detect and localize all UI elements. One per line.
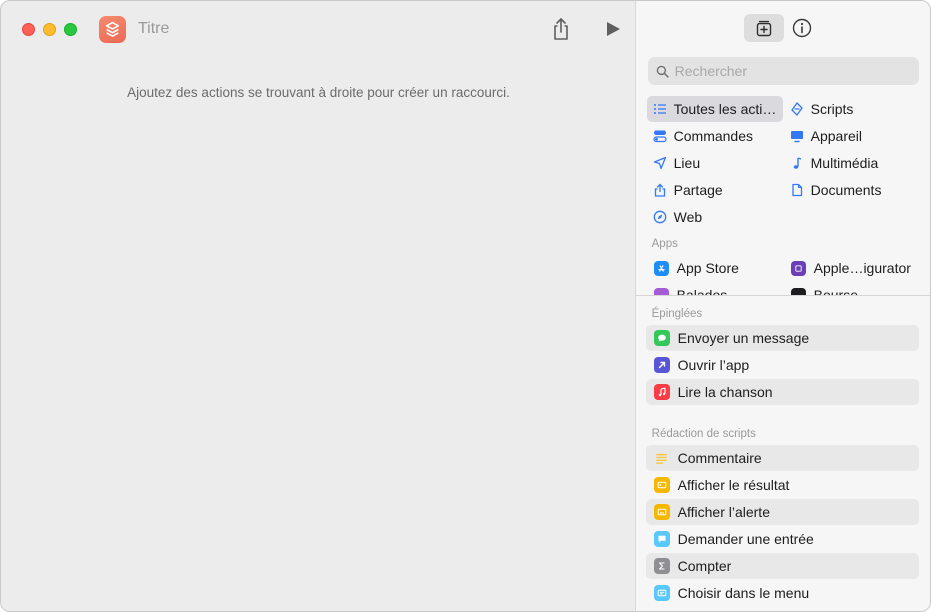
action-open-app[interactable]: Ouvrir l’app <box>646 352 919 378</box>
shortcut-icon[interactable] <box>99 16 126 43</box>
category-label: Documents <box>810 182 882 198</box>
action-label: Demander une entrée <box>677 531 814 547</box>
action-label: Lire la chanson <box>677 384 773 400</box>
category-label: Appareil <box>810 128 863 144</box>
app-label: Balados <box>676 287 728 295</box>
app-item-podcasts[interactable]: Balados <box>653 282 728 295</box>
action-choose-from-menu[interactable]: Choisir dans le menu <box>646 580 919 606</box>
action-label: Choisir dans le menu <box>677 585 810 601</box>
category-label: Toutes les acti… <box>673 101 777 117</box>
action-label: Commentaire <box>677 450 762 466</box>
action-library: Toutes les acti… Scripts Commandes <box>634 1 930 611</box>
open-app-icon <box>653 357 670 373</box>
alert-icon <box>653 504 670 520</box>
action-show-result[interactable]: Afficher le résultat <box>646 472 919 498</box>
category-label: Commandes <box>673 128 754 144</box>
shortcuts-window: Titre Ajoutez des actions se trouvant à … <box>0 0 931 612</box>
action-library-button[interactable] <box>743 14 784 42</box>
library-divider <box>635 295 930 296</box>
pinned-section-label: Épinglées <box>651 308 703 320</box>
category-label: Partage <box>673 182 723 198</box>
search-field[interactable] <box>647 57 919 85</box>
window-controls <box>22 23 77 36</box>
category-documents[interactable]: Documents <box>784 177 921 203</box>
empty-editor-hint: Ajoutez des actions se trouvant à droite… <box>127 85 510 100</box>
scripts-icon <box>790 102 803 116</box>
action-label: Afficher le résultat <box>677 477 790 493</box>
document-icon <box>791 183 802 197</box>
category-web[interactable]: Web <box>647 204 783 230</box>
category-all-actions[interactable]: Toutes les acti… <box>646 96 783 122</box>
app-label: App Store <box>676 260 739 276</box>
category-sharing[interactable]: Partage <box>647 177 783 203</box>
app-label: Bourse <box>813 287 858 295</box>
music-note-icon <box>653 384 670 400</box>
category-controls[interactable]: Commandes <box>647 123 783 149</box>
play-icon[interactable] <box>604 20 622 38</box>
category-label: Scripts <box>810 101 854 117</box>
location-arrow-icon <box>653 156 666 170</box>
apps-list: App Store Apple…igurator Balados Bourse <box>636 255 930 295</box>
info-icon[interactable] <box>791 17 813 39</box>
category-location[interactable]: Lieu <box>647 150 783 176</box>
comment-lines-icon <box>654 450 670 466</box>
add-action-icon <box>756 20 771 37</box>
action-play-song[interactable]: Lire la chanson <box>645 379 919 405</box>
list-icon <box>653 104 666 114</box>
action-show-alert[interactable]: Afficher l’alerte <box>645 499 919 525</box>
category-label: Lieu <box>673 155 701 171</box>
shortcut-title[interactable]: Titre <box>138 20 169 38</box>
app-store-icon <box>653 260 669 276</box>
podcasts-icon <box>653 287 669 295</box>
apple-configurator-icon <box>790 260 806 276</box>
desktop-icon <box>790 131 803 143</box>
minimize-window-button[interactable] <box>43 23 56 36</box>
action-label: Envoyer un message <box>677 330 810 346</box>
action-label: Compter <box>677 558 732 574</box>
menu-icon <box>653 585 670 601</box>
stocks-icon <box>790 287 806 295</box>
message-icon <box>653 330 670 346</box>
search-input[interactable] <box>674 63 905 79</box>
action-send-message[interactable]: Envoyer un message <box>645 325 919 351</box>
action-label: Ouvrir l’app <box>677 357 750 373</box>
category-scripts[interactable]: Scripts <box>784 96 921 122</box>
category-label: Multimédia <box>810 155 879 171</box>
ask-input-icon <box>653 531 670 547</box>
scripting-section-label: Rédaction de scripts <box>651 428 756 440</box>
compass-icon <box>653 210 666 224</box>
category-label: Web <box>673 209 703 225</box>
toggle-icon <box>653 130 667 143</box>
category-media[interactable]: Multimédia <box>784 150 921 176</box>
app-label: Apple…igurator <box>813 260 911 276</box>
music-note-icon <box>793 157 801 169</box>
share-icon <box>654 183 665 197</box>
action-comment[interactable]: Commentaire <box>645 445 919 471</box>
action-ask-input[interactable]: Demander une entrée <box>646 526 919 552</box>
category-device[interactable]: Appareil <box>784 123 921 149</box>
show-result-icon <box>653 477 670 493</box>
apps-section-label: Apps <box>651 238 678 250</box>
app-item-stocks[interactable]: Bourse <box>790 282 858 295</box>
action-count[interactable]: Compter <box>645 553 919 579</box>
app-item-apple-configurator[interactable]: Apple…igurator <box>790 255 911 281</box>
search-icon <box>656 65 669 78</box>
shortcut-editor[interactable]: Titre Ajoutez des actions se trouvant à … <box>1 1 635 611</box>
action-label: Afficher l’alerte <box>677 504 770 520</box>
share-icon[interactable] <box>550 16 572 42</box>
close-window-button[interactable] <box>22 23 35 36</box>
shortcuts-logo-icon <box>105 21 120 37</box>
app-item-app-store[interactable]: App Store <box>653 255 739 281</box>
sigma-icon <box>653 558 670 574</box>
zoom-window-button[interactable] <box>64 23 77 36</box>
